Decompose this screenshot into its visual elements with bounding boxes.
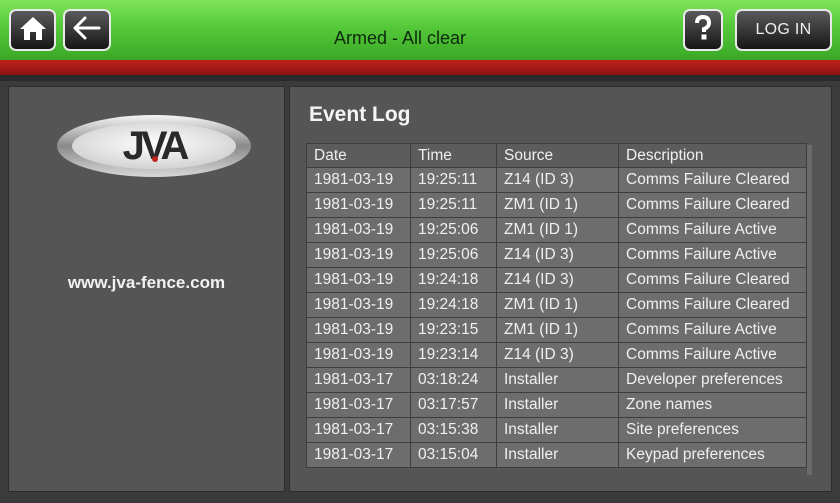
cell-source: Z14 (ID 3) bbox=[496, 267, 619, 293]
cell-time: 19:25:06 bbox=[410, 242, 497, 268]
column-header-description[interactable]: Description bbox=[618, 143, 807, 168]
cell-time: 19:25:11 bbox=[410, 192, 497, 218]
cell-date: 1981-03-19 bbox=[306, 167, 411, 193]
cell-date: 1981-03-17 bbox=[306, 367, 411, 393]
table-row[interactable]: 1981-03-17 03:18:24 Installer Developer pre… bbox=[306, 367, 807, 393]
help-question-icon bbox=[692, 14, 714, 45]
cell-time: 19:25:06 bbox=[410, 217, 497, 243]
cell-source: Installer bbox=[496, 442, 619, 468]
table-row[interactable]: 1981-03-19 19:23:14 Z14 (ID 3) Comms Failur… bbox=[306, 342, 807, 368]
column-header-time[interactable]: Time bbox=[410, 143, 497, 168]
cell-description: Comms Failure Active bbox=[618, 342, 807, 368]
cell-date: 1981-03-17 bbox=[306, 392, 411, 418]
cell-time: 03:15:38 bbox=[410, 417, 497, 443]
jva-logo: JVA bbox=[55, 113, 253, 179]
cell-time: 19:23:15 bbox=[410, 317, 497, 343]
cell-description: Comms Failure Active bbox=[618, 317, 807, 343]
cell-time: 19:24:18 bbox=[410, 267, 497, 293]
cell-description: Comms Failure Cleared bbox=[618, 192, 807, 218]
event-log-scrollbar[interactable] bbox=[807, 145, 812, 475]
top-bar: Armed - All clear LOG IN bbox=[0, 0, 840, 60]
cell-source: ZM1 (ID 1) bbox=[496, 217, 619, 243]
cell-source: ZM1 (ID 1) bbox=[496, 317, 619, 343]
divider bbox=[0, 75, 840, 81]
column-header-source[interactable]: Source bbox=[496, 143, 619, 168]
back-button[interactable] bbox=[63, 9, 111, 51]
cell-description: Comms Failure Cleared bbox=[618, 167, 807, 193]
cell-time: 03:15:04 bbox=[410, 442, 497, 468]
cell-description: Comms Failure Cleared bbox=[618, 292, 807, 318]
back-arrow-icon bbox=[72, 15, 102, 45]
event-log-panel: Event Log Date Time Source Description 1… bbox=[289, 86, 832, 492]
cell-description: Developer preferences bbox=[618, 367, 807, 393]
table-row[interactable]: 1981-03-19 19:25:06 Z14 (ID 3) Comms Failur… bbox=[306, 242, 807, 268]
table-row[interactable]: 1981-03-17 03:15:38 Installer Site preferen… bbox=[306, 417, 807, 443]
home-button[interactable] bbox=[9, 9, 56, 51]
cell-source: ZM1 (ID 1) bbox=[496, 192, 619, 218]
login-button[interactable]: LOG IN bbox=[735, 9, 832, 51]
cell-source: ZM1 (ID 1) bbox=[496, 292, 619, 318]
cell-date: 1981-03-17 bbox=[306, 442, 411, 468]
cell-description: Comms Failure Active bbox=[618, 242, 807, 268]
cell-description: Zone names bbox=[618, 392, 807, 418]
cell-source: Z14 (ID 3) bbox=[496, 167, 619, 193]
table-row[interactable]: 1981-03-17 03:17:57 Installer Zone names bbox=[306, 392, 807, 418]
cell-date: 1981-03-19 bbox=[306, 317, 411, 343]
cell-date: 1981-03-19 bbox=[306, 192, 411, 218]
column-header-date[interactable]: Date bbox=[306, 143, 411, 168]
home-icon bbox=[19, 15, 47, 45]
cell-date: 1981-03-19 bbox=[306, 217, 411, 243]
cell-source: Installer bbox=[496, 417, 619, 443]
cell-source: Installer bbox=[496, 367, 619, 393]
cell-description: Keypad preferences bbox=[618, 442, 807, 468]
event-log-table-container[interactable]: Date Time Source Description 1981-03-19 1… bbox=[306, 143, 816, 477]
event-log-title: Event Log bbox=[309, 103, 411, 126]
table-row[interactable]: 1981-03-19 19:24:18 ZM1 (ID 1) Comms Failur… bbox=[306, 292, 807, 318]
table-row[interactable]: 1981-03-19 19:25:11 ZM1 (ID 1) Comms Failur… bbox=[306, 192, 807, 218]
branding-panel: JVA www.jva-fence.com bbox=[8, 86, 285, 492]
table-row[interactable]: 1981-03-19 19:25:11 Z14 (ID 3) Comms Failur… bbox=[306, 167, 807, 193]
website-url: www.jva-fence.com bbox=[67, 273, 226, 292]
cell-source: Z14 (ID 3) bbox=[496, 242, 619, 268]
cell-date: 1981-03-19 bbox=[306, 267, 411, 293]
cell-date: 1981-03-17 bbox=[306, 417, 411, 443]
cell-description: Site preferences bbox=[618, 417, 807, 443]
table-row[interactable]: 1981-03-19 19:25:06 ZM1 (ID 1) Comms Failur… bbox=[306, 217, 807, 243]
cell-time: 03:18:24 bbox=[410, 367, 497, 393]
alert-stripe bbox=[0, 60, 840, 75]
cell-time: 03:17:57 bbox=[410, 392, 497, 418]
table-row[interactable]: 1981-03-17 03:15:04 Installer Keypad prefer… bbox=[306, 442, 807, 468]
cell-date: 1981-03-19 bbox=[306, 292, 411, 318]
cell-date: 1981-03-19 bbox=[306, 342, 411, 368]
table-header-row: Date Time Source Description bbox=[306, 143, 807, 168]
table-row[interactable]: 1981-03-19 19:23:15 ZM1 (ID 1) Comms Failur… bbox=[306, 317, 807, 343]
cell-source: Z14 (ID 3) bbox=[496, 342, 619, 368]
cell-source: Installer bbox=[496, 392, 619, 418]
help-button[interactable] bbox=[683, 9, 723, 51]
cell-description: Comms Failure Cleared bbox=[618, 267, 807, 293]
system-status: Armed - All clear bbox=[333, 28, 467, 48]
cell-time: 19:24:18 bbox=[410, 292, 497, 318]
login-label: LOG IN bbox=[755, 21, 812, 38]
event-log-table: Date Time Source Description 1981-03-19 1… bbox=[306, 143, 807, 468]
cell-time: 19:25:11 bbox=[410, 167, 497, 193]
cell-date: 1981-03-19 bbox=[306, 242, 411, 268]
table-row[interactable]: 1981-03-19 19:24:18 Z14 (ID 3) Comms Failur… bbox=[306, 267, 807, 293]
cell-description: Comms Failure Active bbox=[618, 217, 807, 243]
cell-time: 19:23:14 bbox=[410, 342, 497, 368]
